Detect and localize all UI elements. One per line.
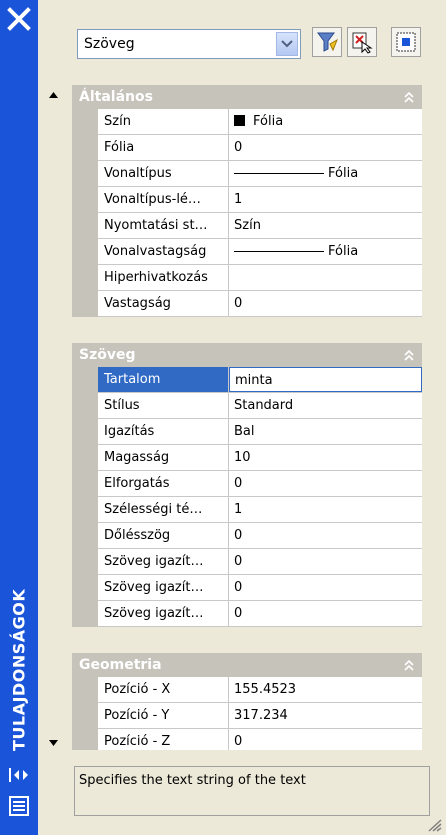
property-value[interactable]: 0 — [229, 575, 422, 600]
property-value[interactable]: Standard — [229, 393, 422, 418]
property-label: Szín — [98, 109, 229, 134]
section-title: Geometria — [79, 657, 162, 673]
section-title: Általános — [79, 89, 153, 105]
toggle-pickadd-button[interactable] — [312, 27, 342, 57]
property-row[interactable]: Elforgatás 0 — [98, 471, 422, 497]
property-value[interactable]: 317.234 — [229, 703, 422, 728]
palette-titlebar[interactable]: TULAJDONSÁGOK — [0, 0, 38, 835]
lineweight-sample — [234, 251, 324, 252]
property-label: Vonalvastagság — [98, 239, 229, 264]
property-label: Igazítás — [98, 419, 229, 444]
collapse-icon[interactable] — [402, 658, 416, 672]
property-row[interactable]: Magasság 10 — [98, 445, 422, 471]
property-row[interactable]: Szélességi té… 1 — [98, 497, 422, 523]
property-row[interactable]: Vastagság 0 — [98, 291, 422, 317]
property-label: Magasság — [98, 445, 229, 470]
collapse-icon[interactable] — [402, 90, 416, 104]
property-label: Stílus — [98, 393, 229, 418]
property-value[interactable]: Szín — [229, 213, 422, 238]
property-row[interactable]: Stílus Standard — [98, 393, 422, 419]
section-header-general[interactable]: Általános — [72, 85, 422, 109]
property-row[interactable]: Fólia 0 — [98, 135, 422, 161]
property-label: Pozíció - X — [98, 677, 229, 702]
property-row[interactable]: Vonaltípus Fólia — [98, 161, 422, 187]
property-grid[interactable]: Általános Szín Fólia Fólia 0 Vonaltípus … — [64, 82, 430, 750]
scroll-down-icon[interactable] — [45, 734, 62, 751]
property-label: Vastagság — [98, 291, 229, 316]
color-swatch — [234, 115, 245, 126]
property-value[interactable]: 0 — [229, 135, 422, 160]
property-label: Szélességi té… — [98, 497, 229, 522]
property-value[interactable]: Fólia — [229, 161, 422, 186]
lineweight-value: Fólia — [328, 244, 359, 259]
resize-grip-icon[interactable] — [427, 818, 443, 832]
property-value[interactable]: 0 — [229, 549, 422, 574]
property-value[interactable]: 1 — [229, 187, 422, 212]
property-label: Hiperhivatkozás — [98, 265, 229, 290]
select-objects-button[interactable] — [347, 27, 377, 57]
property-label: Dőlésszög — [98, 523, 229, 548]
property-label: Szöveg igazít… — [98, 601, 229, 626]
property-row[interactable]: Vonaltípus-lé… 1 — [98, 187, 422, 213]
property-row[interactable]: Nyomtatási st… Szín — [98, 213, 422, 239]
linetype-sample — [234, 173, 324, 174]
object-type-select[interactable]: Szöveg — [77, 29, 301, 59]
property-value[interactable]: 10 — [229, 445, 422, 470]
property-row[interactable]: Pozíció - Y 317.234 — [98, 703, 422, 729]
property-row[interactable]: Szín Fólia — [98, 109, 422, 135]
property-label: Pozíció - Z — [98, 729, 229, 750]
property-value[interactable] — [229, 265, 422, 290]
quick-select-button[interactable] — [391, 27, 421, 57]
close-icon[interactable] — [6, 6, 32, 32]
property-row[interactable]: Vonalvastagság Fólia — [98, 239, 422, 265]
property-value[interactable]: 0 — [229, 291, 422, 316]
property-row[interactable]: Dőlésszög 0 — [98, 523, 422, 549]
description-text: Specifies the text string of the text — [79, 773, 306, 788]
property-label: Pozíció - Y — [98, 703, 229, 728]
filter-icon — [317, 32, 338, 52]
property-value[interactable]: Fólia — [229, 239, 422, 264]
properties-menu-icon[interactable] — [9, 796, 29, 816]
property-value[interactable]: 1 — [229, 497, 422, 522]
property-row[interactable]: Pozíció - Z 0 — [98, 729, 422, 750]
property-label: Vonaltípus-lé… — [98, 187, 229, 212]
property-row[interactable]: Igazítás Bal — [98, 419, 422, 445]
property-value[interactable]: Bal — [229, 419, 422, 444]
linetype-value: Fólia — [328, 166, 359, 181]
property-row[interactable]: Szöveg igazít… 0 — [98, 601, 422, 627]
property-label: Szöveg igazít… — [98, 549, 229, 574]
property-row[interactable]: Hiperhivatkozás — [98, 265, 422, 291]
property-value[interactable]: 0 — [229, 601, 422, 626]
property-label: Nyomtatási st… — [98, 213, 229, 238]
collapse-icon[interactable] — [402, 348, 416, 362]
property-value[interactable]: 0 — [229, 523, 422, 548]
property-label: Szöveg igazít… — [98, 575, 229, 600]
scrollbar-thumb[interactable] — [47, 104, 60, 732]
property-label: Elforgatás — [98, 471, 229, 496]
quick-select-icon — [396, 32, 416, 52]
color-value: Fólia — [253, 114, 284, 129]
contents-input[interactable]: minta — [229, 367, 422, 392]
property-value[interactable]: Fólia — [229, 109, 422, 134]
property-row[interactable]: Szöveg igazít… 0 — [98, 575, 422, 601]
property-label: Vonaltípus — [98, 161, 229, 186]
property-row[interactable]: Pozíció - X 155.4523 — [98, 677, 422, 703]
select-objects-icon — [352, 32, 373, 54]
property-value[interactable]: 155.4523 — [229, 677, 422, 702]
chevron-down-icon[interactable] — [276, 32, 298, 56]
property-label: Tartalom — [98, 367, 229, 392]
property-row-selected[interactable]: Tartalom minta — [98, 367, 422, 393]
palette-title: TULAJDONSÁGOK — [9, 588, 29, 752]
property-row[interactable]: Szöveg igazít… 0 — [98, 549, 422, 575]
section-header-geometry[interactable]: Geometria — [72, 653, 422, 677]
property-value[interactable]: 0 — [229, 729, 422, 750]
section-title: Szöveg — [79, 347, 136, 363]
property-label: Fólia — [98, 135, 229, 160]
object-type-value: Szöveg — [84, 36, 135, 52]
section-header-text[interactable]: Szöveg — [72, 343, 422, 367]
property-value[interactable]: 0 — [229, 471, 422, 496]
scroll-up-icon[interactable] — [45, 86, 62, 103]
autohide-icon[interactable] — [8, 766, 30, 784]
description-panel: Specifies the text string of the text — [74, 766, 430, 816]
